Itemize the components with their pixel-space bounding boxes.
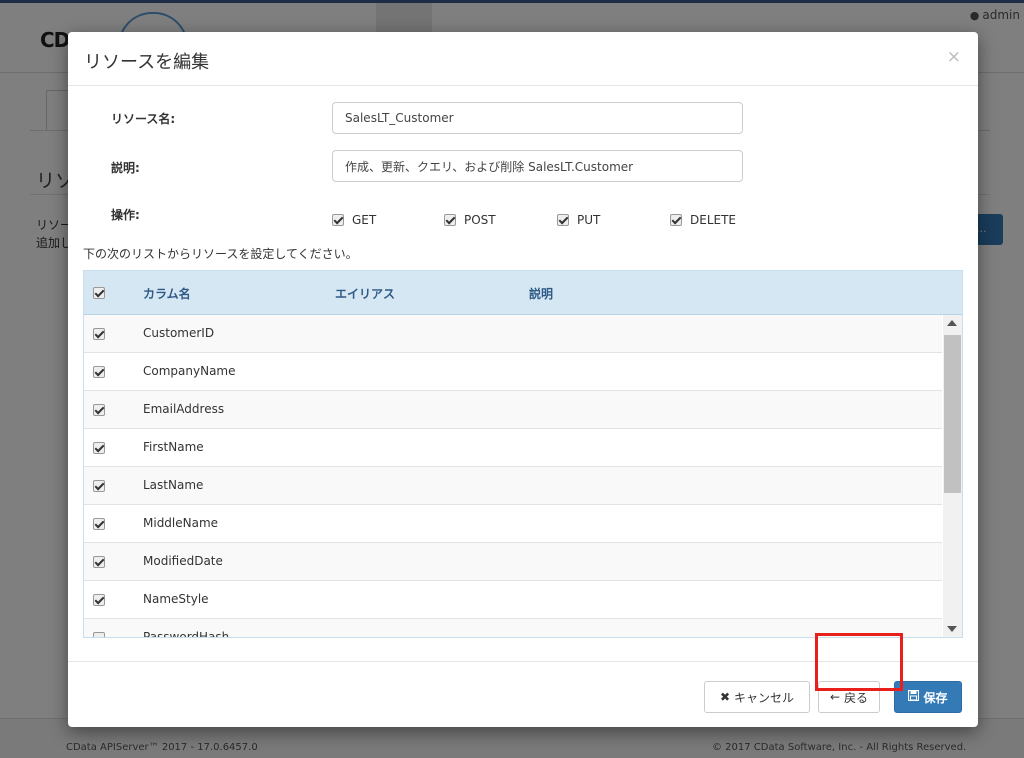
column-name-cell: CompanyName [143,364,236,378]
table-row[interactable]: FirstName [84,429,942,467]
description-input[interactable] [332,150,743,182]
close-icon: ✖ [719,690,731,704]
column-name-cell: FirstName [143,440,204,454]
row-checkbox[interactable] [93,366,105,378]
row-checkbox[interactable] [93,632,105,637]
row-checkbox[interactable] [93,480,105,492]
table-row[interactable]: MiddleName [84,505,942,543]
get-label: GET [352,213,377,227]
edit-resource-modal: リソースを編集 × リソース名: 説明: 操作: GET POST PUT DE… [68,32,978,727]
operation-delete[interactable]: DELETE [670,213,736,227]
put-label: PUT [577,213,601,227]
columns-table: カラム名 エイリアス 説明 CustomerID CompanyName Ema… [83,270,963,638]
cancel-label: キャンセル [734,690,795,705]
delete-checkbox[interactable] [670,214,682,226]
row-checkbox[interactable] [93,442,105,454]
row-checkbox[interactable] [93,328,105,340]
table-header: カラム名 エイリアス 説明 [84,271,962,315]
put-checkbox[interactable] [557,214,569,226]
table-scrollbar[interactable] [943,315,962,637]
get-checkbox[interactable] [332,214,344,226]
operation-get[interactable]: GET [332,213,376,227]
instructions-text: 下の次のリストからリソースを設定してください。 [83,247,358,261]
table-row[interactable]: EmailAddress [84,391,942,429]
description-label: 説明: [111,161,140,175]
operations-label: 操作: [111,208,140,222]
column-name-header[interactable]: カラム名 [143,285,191,302]
table-row[interactable]: NameStyle [84,581,942,619]
column-name-cell: ModifiedDate [143,554,223,568]
table-row[interactable]: ModifiedDate [84,543,942,581]
post-label: POST [464,213,496,227]
table-row[interactable]: CustomerID [84,315,942,353]
row-checkbox[interactable] [93,556,105,568]
alias-header[interactable]: エイリアス [335,285,395,302]
column-name-cell: EmailAddress [143,402,225,416]
save-button-highlight [815,633,903,691]
scroll-down-icon[interactable] [947,626,957,632]
select-all-checkbox[interactable] [93,287,105,299]
arrow-left-icon: ← [829,690,841,704]
row-checkbox[interactable] [93,594,105,606]
table-row[interactable]: PasswordHash [84,619,942,638]
column-name-cell: LastName [143,478,204,492]
table-row[interactable]: LastName [84,467,942,505]
resource-name-label: リソース名: [111,112,176,126]
column-name-cell: CustomerID [143,326,215,340]
modal-title: リソースを編集 [84,52,210,73]
row-checkbox[interactable] [93,518,105,530]
modal-header: リソースを編集 × [68,32,978,86]
scroll-up-icon[interactable] [947,320,957,326]
table-body: CustomerID CompanyName EmailAddress Firs… [84,315,942,638]
operation-post[interactable]: POST [444,213,496,227]
delete-label: DELETE [690,213,737,227]
resource-name-input[interactable] [332,102,743,134]
operation-put[interactable]: PUT [557,213,600,227]
close-icon[interactable]: × [947,47,961,67]
save-button[interactable]: 保存 [894,681,962,713]
scrollbar-thumb[interactable] [944,335,961,493]
table-row[interactable]: CompanyName [84,353,942,391]
save-label: 保存 [923,690,948,705]
description-header[interactable]: 説明 [529,285,553,302]
row-checkbox[interactable] [93,404,105,416]
post-checkbox[interactable] [444,214,456,226]
column-name-cell: MiddleName [143,516,219,530]
column-name-cell: PasswordHash [143,630,230,638]
column-name-cell: NameStyle [143,592,209,606]
cancel-button[interactable]: ✖ キャンセル [704,681,810,713]
floppy-disk-icon [908,689,920,704]
back-label: 戻る [844,690,869,705]
